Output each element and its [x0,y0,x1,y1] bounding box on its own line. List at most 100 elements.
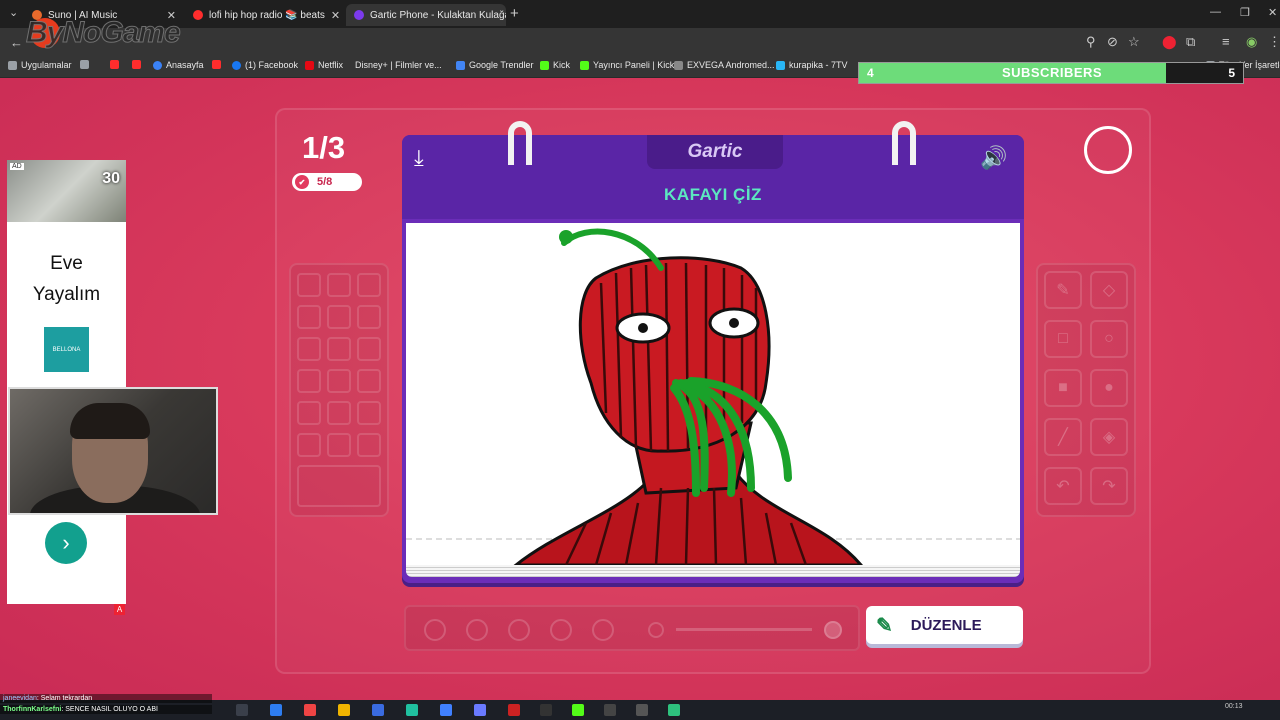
brush-size-5[interactable] [592,619,614,641]
binder-ring-icon [508,121,532,165]
bookmark-kick-panel[interactable]: Yayıncı Paneli | Kick [580,60,674,70]
menu-icon[interactable]: ⋮ [1268,34,1280,50]
color-swatch[interactable] [327,305,351,329]
app-icon[interactable] [372,704,384,716]
color-swatch[interactable] [327,433,351,457]
app-icon[interactable] [406,704,418,716]
drawing-canvas[interactable] [406,223,1020,565]
opacity-slider[interactable] [676,628,812,631]
bookmark-kick[interactable]: Kick [540,60,570,70]
app-icon[interactable] [668,704,680,716]
subscribers-current: 4 [867,66,874,80]
bookmark-apps[interactable]: Uygulamalar [8,60,72,70]
color-swatch[interactable] [327,337,351,361]
bookmark-facebook[interactable]: (1) Facebook [232,60,298,70]
tools-panel: ✎ ◇ □ ○ ■ ● ╱ ◈ ↶ ↷ [1036,263,1136,517]
color-swatch[interactable] [357,273,381,297]
color-swatch[interactable] [357,305,381,329]
facebook-icon [232,60,241,70]
color-swatch[interactable] [357,369,381,393]
bookmark-youtube-3[interactable] [212,60,221,69]
line-tool[interactable]: ╱ [1044,418,1082,456]
gartic-favicon-icon [354,10,364,20]
app-icon[interactable] [440,704,452,716]
app-icon[interactable] [540,704,552,716]
brush-size-2[interactable] [466,619,488,641]
redo-tool[interactable]: ↷ [1090,467,1128,505]
download-icon[interactable]: ⤓ [414,145,424,171]
bookmark-disney[interactable]: Disney+ | Filmler ve... [355,60,442,70]
bookmark-anasayfa[interactable]: Anasayfa [153,60,204,70]
app-icon[interactable] [474,704,486,716]
bookmark-star-icon[interactable]: ☆ [1128,34,1140,50]
bookmark-google-trends[interactable]: Google Trendler [456,60,534,70]
bookmark-youtube-2[interactable] [132,60,141,69]
bookmark-7tv[interactable]: kurapika - 7TV [776,60,848,70]
brush-size-1[interactable] [424,619,446,641]
color-swatch[interactable] [327,369,351,393]
kick-icon [540,60,549,70]
bookmark-exvega[interactable]: EXVEGA Andromed... [674,60,775,70]
current-color-swatch[interactable] [297,465,381,507]
rectangle-tool[interactable]: □ [1044,320,1082,358]
ad-banner[interactable]: AD 30 Eve Yayalım BELLONA › [7,160,126,604]
edit-button[interactable]: ✎ DÜZENLE [866,606,1023,644]
explorer-icon[interactable] [338,704,350,716]
extensions-icon[interactable]: ⧉ [1186,34,1195,50]
filled-ellipse-tool[interactable]: ● [1090,369,1128,407]
chat-username: ThorfinnKarlsefni [3,706,62,713]
undo-tool[interactable]: ↶ [1044,467,1082,505]
color-swatch[interactable] [327,401,351,425]
pencil-icon: ✎ [876,614,893,637]
filled-rectangle-tool[interactable]: ■ [1044,369,1082,407]
ad-choices-icon[interactable]: A [114,604,125,615]
grid-icon [80,60,89,69]
new-tab-button[interactable]: + [510,5,519,22]
bookmark-grid[interactable] [80,60,89,69]
taskview-icon[interactable] [236,704,248,716]
ad-title: Eve Yayalım [32,253,101,305]
profile-avatar-icon[interactable]: ◉ [1246,34,1257,50]
sound-icon[interactable]: 🔊 [980,145,1007,171]
app-icon[interactable] [636,704,648,716]
tab-gartic[interactable]: Gartic Phone - Kulaktan Kulağa ✕ [346,4,506,26]
tab-search-button[interactable]: ⌄ [9,6,18,19]
brush-size-3[interactable] [508,619,530,641]
back-icon[interactable]: ← [10,35,23,50]
ellipse-tool[interactable]: ○ [1090,320,1128,358]
color-swatch[interactable] [327,273,351,297]
bookmark-youtube-1[interactable] [110,60,119,69]
kick-icon [580,60,589,70]
zoom-icon[interactable]: ⚲ [1086,34,1096,50]
color-swatch[interactable] [357,337,381,361]
color-swatch[interactable] [297,433,321,457]
hide-icon[interactable]: ⊘ [1107,34,1118,50]
eraser-tool[interactable]: ◇ [1090,271,1128,309]
extension-icon[interactable]: ⬤ [1162,34,1177,50]
clock[interactable]: 00:13 [1225,703,1243,710]
color-swatch[interactable] [297,369,321,393]
color-swatch[interactable] [357,401,381,425]
close-window-button[interactable]: ✕ [1268,6,1277,19]
edge-icon[interactable] [270,704,282,716]
maximize-button[interactable]: ❐ [1240,6,1250,19]
fill-tool[interactable]: ◈ [1090,418,1128,456]
chrome-icon[interactable] [304,704,316,716]
app-icon[interactable] [604,704,616,716]
media-icon[interactable]: ≡ [1222,34,1230,49]
brush-size-4[interactable] [550,619,572,641]
close-icon[interactable]: ✕ [331,9,340,22]
tab-lofi[interactable]: lofi hip hop radio 📚 beats ✕ [185,4,345,26]
pencil-tool[interactable]: ✎ [1044,271,1082,309]
netflix-icon [305,60,314,70]
color-swatch[interactable] [357,433,381,457]
ad-next-button[interactable]: › [45,522,87,564]
kick-icon[interactable] [572,704,584,716]
color-swatch[interactable] [297,305,321,329]
app-icon[interactable] [508,704,520,716]
minimize-button[interactable]: — [1210,6,1221,18]
color-swatch[interactable] [297,401,321,425]
color-swatch[interactable] [297,337,321,361]
bookmark-netflix[interactable]: Netflix [305,60,343,70]
color-swatch[interactable] [297,273,321,297]
